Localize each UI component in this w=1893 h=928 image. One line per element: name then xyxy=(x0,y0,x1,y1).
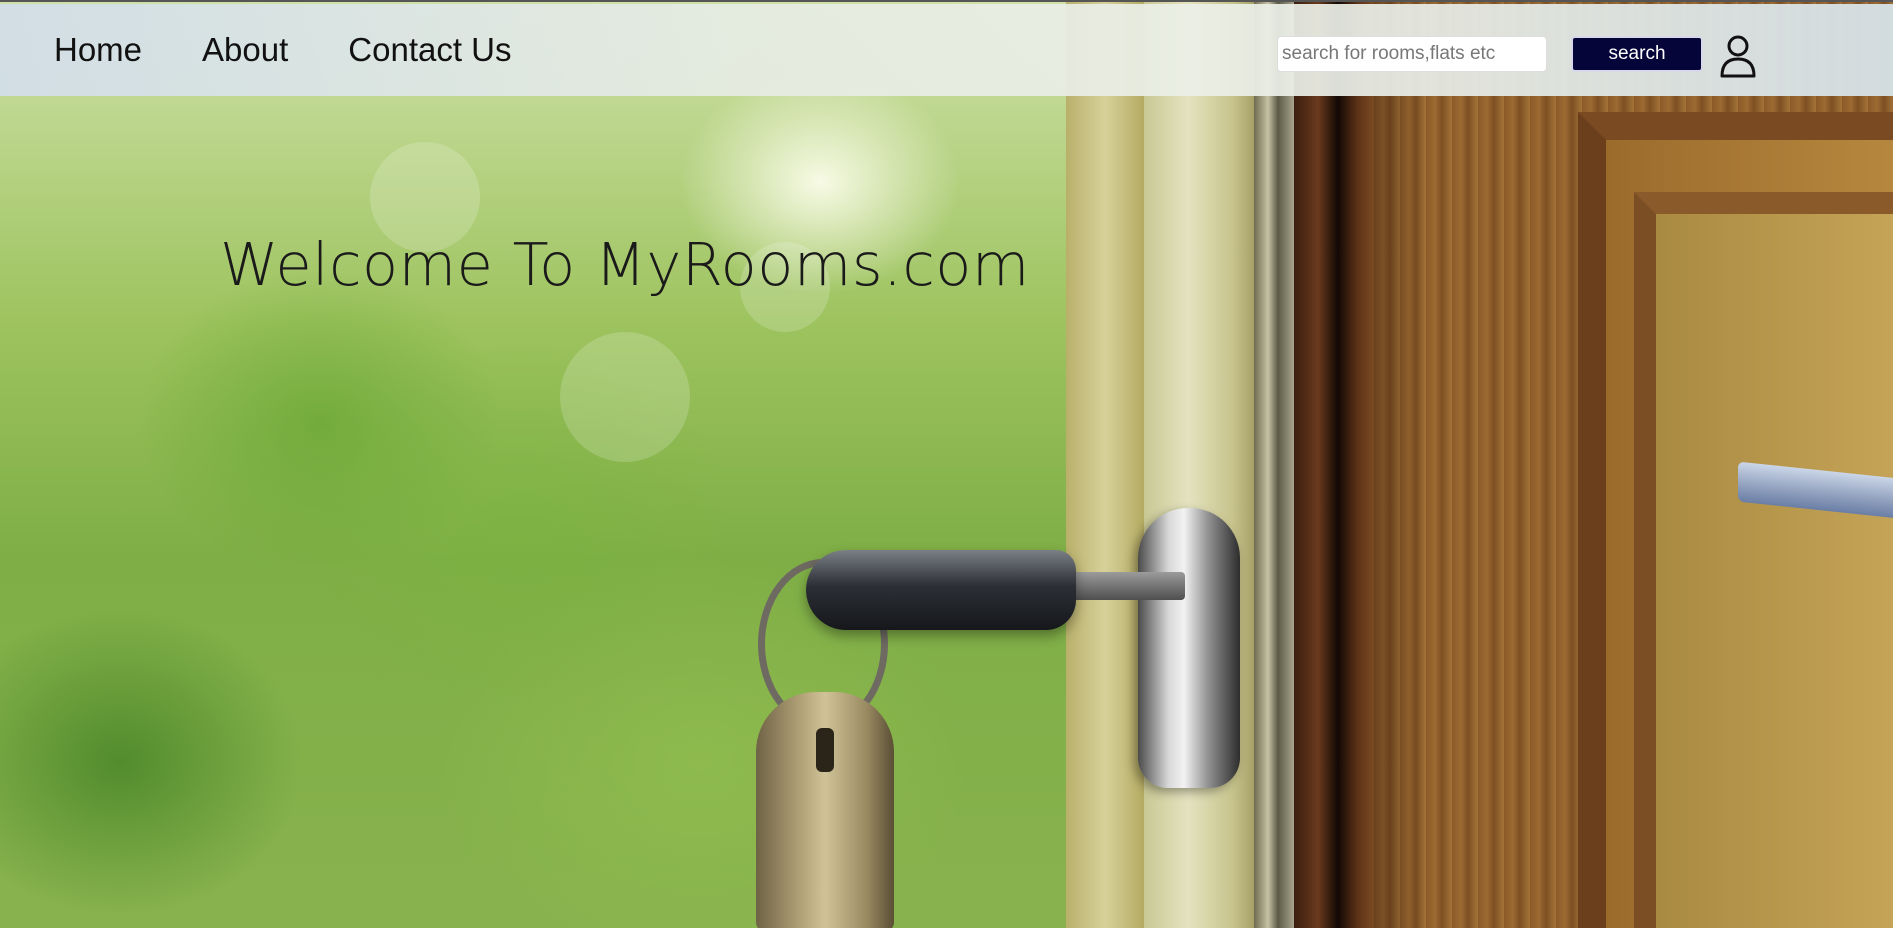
page: Welcome To MyRooms.com Home About Contac… xyxy=(0,0,1893,928)
door-frame xyxy=(1066,2,1144,928)
user-icon-graphic xyxy=(1720,35,1756,78)
door-frame-edge xyxy=(1254,2,1294,928)
search-input[interactable] xyxy=(1277,36,1547,72)
welcome-heading: Welcome To MyRooms.com xyxy=(220,230,1030,299)
door-panel-inner xyxy=(1634,192,1893,928)
hero-background-image xyxy=(0,2,1893,928)
door-edge xyxy=(1294,2,1374,928)
key-head xyxy=(806,550,1076,630)
door-frame-inner xyxy=(1144,2,1254,928)
nav-links: Home About Contact Us xyxy=(54,4,572,96)
nav-link-about[interactable]: About xyxy=(202,31,288,69)
nav-link-home[interactable]: Home xyxy=(54,31,142,69)
bokeh-light xyxy=(560,332,690,462)
search-area: search xyxy=(1277,36,1703,72)
lock-cylinder xyxy=(1138,508,1240,788)
search-button[interactable]: search xyxy=(1571,36,1703,72)
user-icon[interactable] xyxy=(1718,34,1758,78)
hanging-key xyxy=(756,692,894,928)
nav-link-contact-us[interactable]: Contact Us xyxy=(348,31,511,69)
top-navbar: Home About Contact Us search xyxy=(0,4,1893,96)
browser-viewport: Welcome To MyRooms.com Home About Contac… xyxy=(0,0,1893,928)
key-blade xyxy=(1060,572,1185,600)
